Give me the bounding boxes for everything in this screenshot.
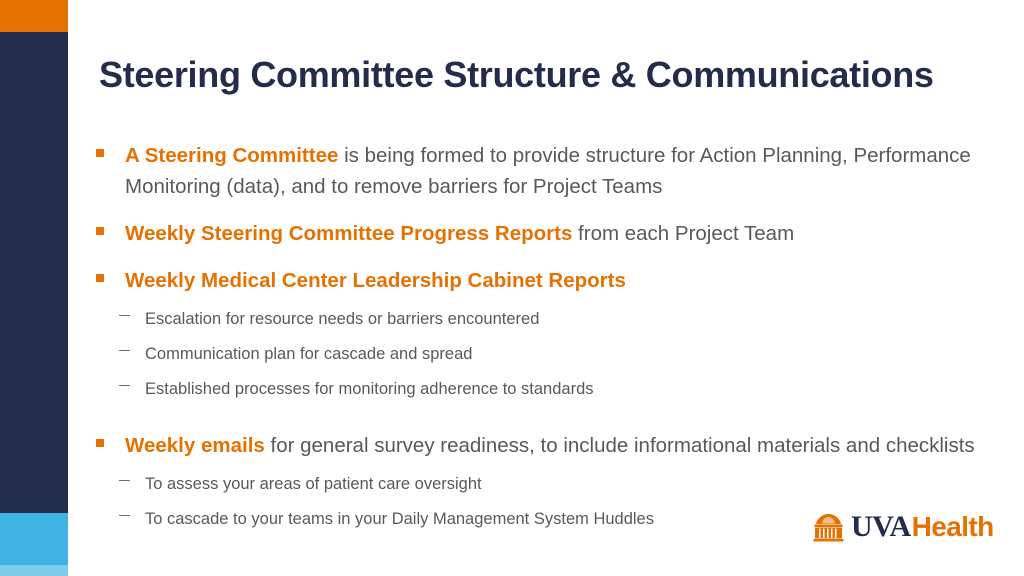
- sub-bullet-item: Established processes for monitoring adh…: [96, 372, 996, 406]
- sub-bullet-text: Escalation for resource needs or barrier…: [145, 310, 540, 328]
- bullet-lead-text: Weekly Steering Committee Progress Repor…: [125, 222, 573, 245]
- dash-bullet-icon: [119, 315, 130, 316]
- sub-bullet-item: Escalation for resource needs or barrier…: [96, 302, 996, 336]
- logo-text-uva: UVA: [851, 510, 911, 543]
- bullet-text: Weekly Medical Center Leadership Cabinet…: [125, 265, 996, 296]
- dash-bullet-icon: [119, 385, 130, 386]
- sidebar-accent-orange: [0, 0, 68, 32]
- slide-title: Steering Committee Structure & Communica…: [99, 54, 934, 95]
- bullet-lead-text: A Steering Committee: [125, 144, 339, 167]
- dash-bullet-icon: [119, 350, 130, 351]
- slide: Steering Committee Structure & Communica…: [0, 0, 1024, 576]
- sub-bullet-item: To assess your areas of patient care ove…: [96, 467, 996, 501]
- sub-bullet-item: Communication plan for cascade and sprea…: [96, 337, 996, 371]
- bullet-item: Weekly Steering Committee Progress Repor…: [96, 218, 996, 249]
- sub-bullet-text: Communication plan for cascade and sprea…: [145, 345, 473, 363]
- square-bullet-icon: [96, 274, 104, 282]
- dash-bullet-icon: [119, 480, 130, 481]
- bullet-text: A Steering Committee is being formed to …: [125, 140, 996, 202]
- bullet-text: Weekly Steering Committee Progress Repor…: [125, 218, 996, 249]
- bullet-lead-text: Weekly Medical Center Leadership Cabinet…: [125, 269, 626, 292]
- sub-bullet-list: Escalation for resource needs or barrier…: [96, 302, 996, 406]
- sub-bullet-text: To assess your areas of patient care ove…: [145, 475, 482, 493]
- bullet-rest-text: from each Project Team: [572, 222, 795, 245]
- bullet-text: Weekly emails for general survey readine…: [125, 430, 996, 461]
- square-bullet-icon: [96, 227, 104, 235]
- sidebar-accent-blue-light: [0, 565, 68, 576]
- uva-rotunda-icon: [813, 513, 844, 541]
- sidebar-accent-blue: [0, 513, 68, 565]
- sub-bullet-text: Established processes for monitoring adh…: [145, 380, 594, 398]
- bullet-lead-text: Weekly emails: [125, 434, 265, 457]
- slide-body: A Steering Committee is being formed to …: [96, 140, 996, 540]
- sidebar-accent-navy: [0, 32, 68, 513]
- logo-text-health: Health: [911, 511, 995, 542]
- square-bullet-icon: [96, 149, 104, 157]
- uva-health-logo: UVA Health: [813, 512, 994, 542]
- bullet-rest-text: for general survey readiness, to include…: [264, 434, 975, 457]
- bullet-item: Weekly emails for general survey readine…: [96, 430, 996, 461]
- square-bullet-icon: [96, 439, 104, 447]
- bullet-item: Weekly Medical Center Leadership Cabinet…: [96, 265, 996, 296]
- bullet-item: A Steering Committee is being formed to …: [96, 140, 996, 202]
- dash-bullet-icon: [119, 515, 130, 516]
